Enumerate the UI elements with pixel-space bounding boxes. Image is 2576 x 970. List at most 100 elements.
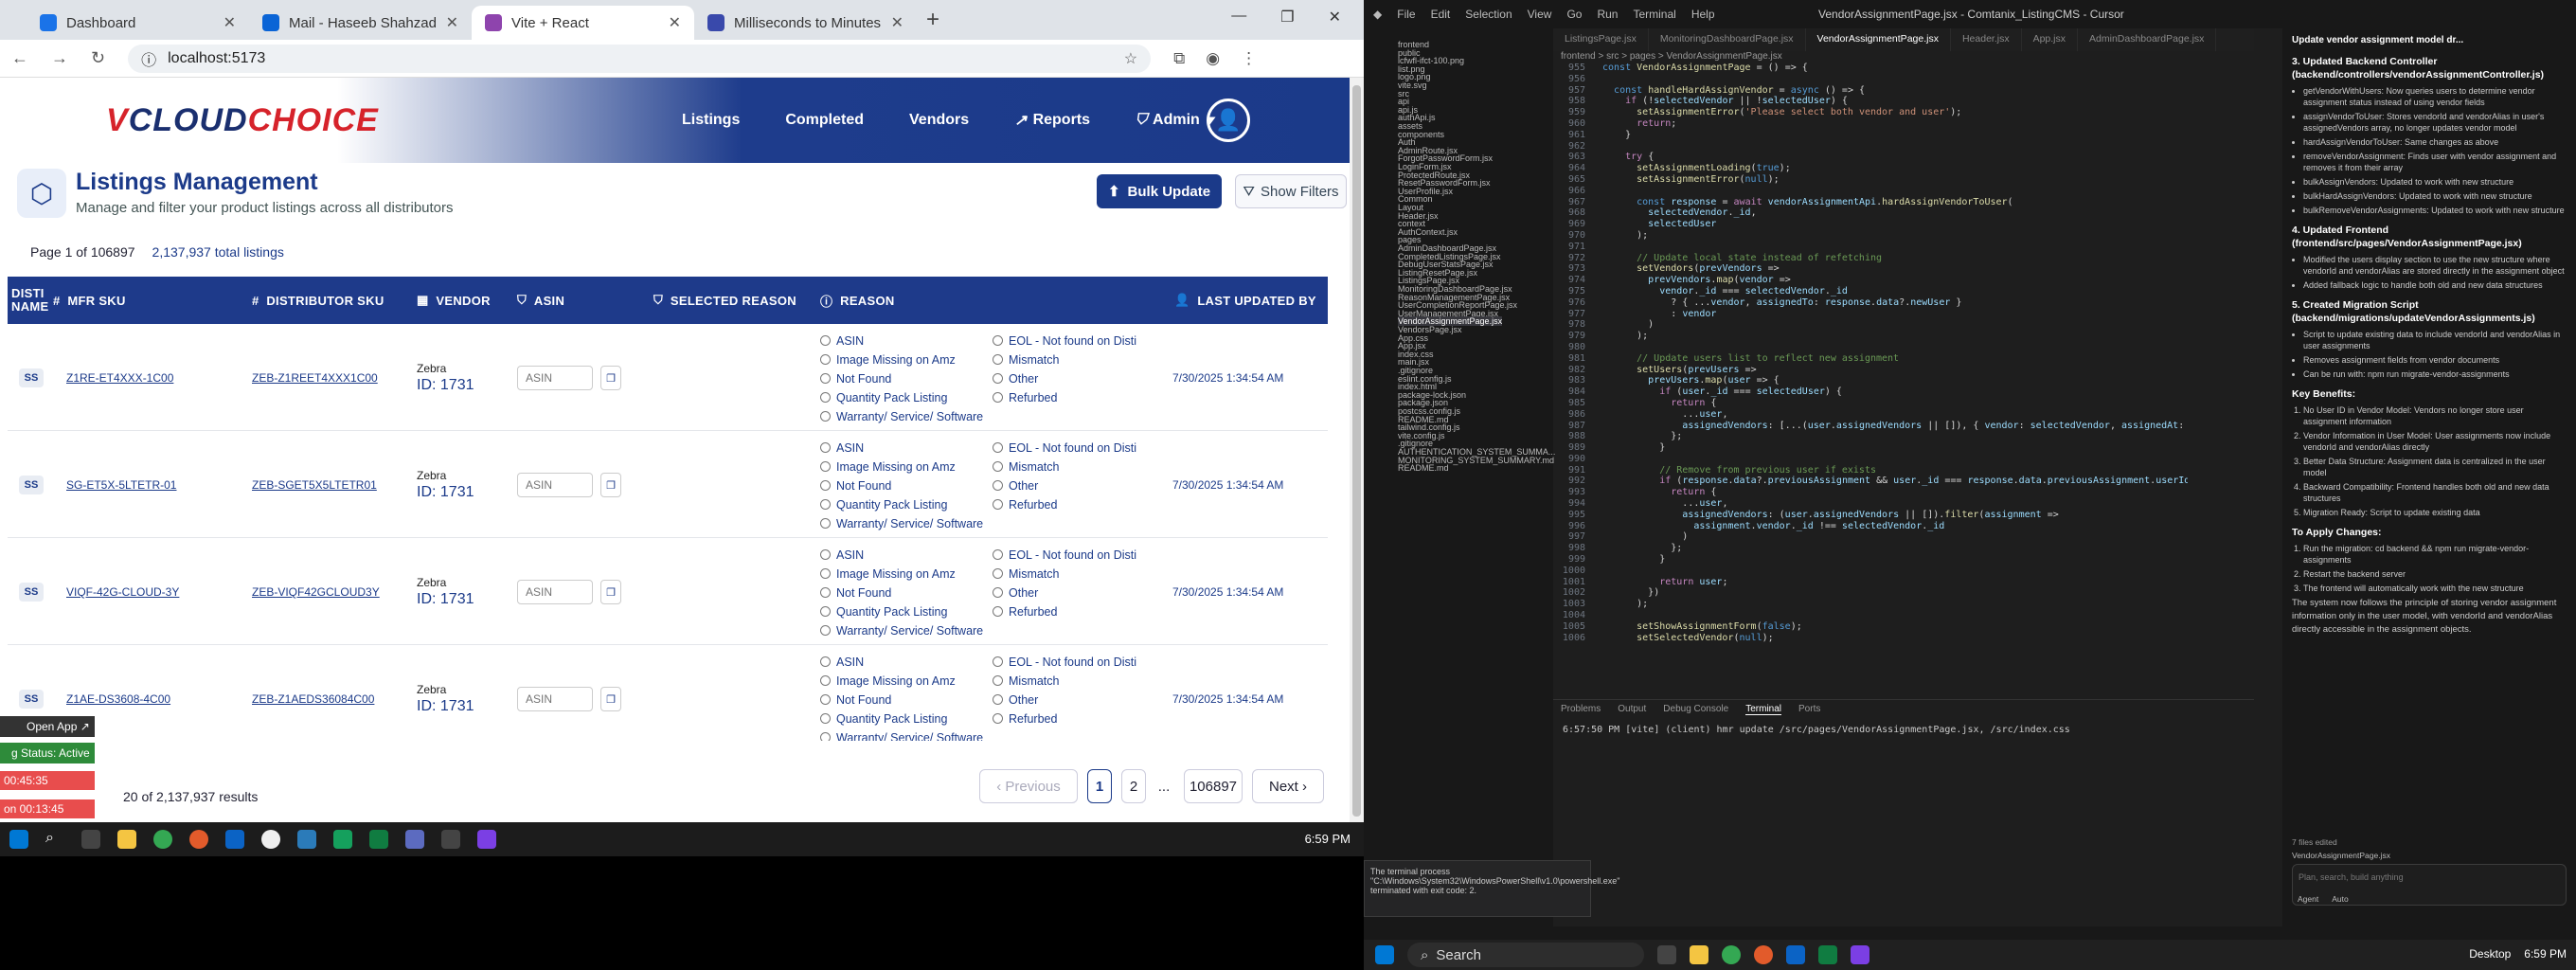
reason-options-right[interactable]: EOL - Not found on Disti Mismatch Other Ref… bbox=[993, 332, 1136, 407]
taskbar-search[interactable]: ⌕ Search bbox=[1407, 943, 1644, 967]
distributor-sku-link[interactable]: ZEB-VIQF42GCLOUD3Y bbox=[252, 585, 380, 599]
github-icon[interactable] bbox=[261, 830, 280, 849]
mfr-sku-link[interactable]: SG-ET5X-5LTETR-01 bbox=[66, 478, 176, 492]
browser-tab-dashboard[interactable]: Dashboard ✕ bbox=[27, 6, 249, 40]
copy-icon[interactable]: ❐ bbox=[600, 580, 621, 604]
panel-tab-problems[interactable]: Problems bbox=[1561, 704, 1601, 715]
app-icon[interactable] bbox=[297, 830, 316, 849]
menu-file[interactable]: File bbox=[1397, 8, 1415, 21]
task-view-icon[interactable] bbox=[1657, 945, 1676, 964]
minimap[interactable] bbox=[2197, 63, 2254, 678]
page-scrollbar[interactable] bbox=[1350, 78, 1364, 822]
editor-tab[interactable]: Header.jsx bbox=[1951, 28, 2022, 51]
reason-options-right[interactable]: EOL - Not found on Disti Mismatch Other Ref… bbox=[993, 653, 1136, 728]
bulk-update-button[interactable]: ⬆ Bulk Update bbox=[1097, 174, 1222, 208]
show-filters-button[interactable]: ⛛ Show Filters bbox=[1235, 174, 1347, 208]
terminal-output[interactable]: 6:57:50 PM [vite] (client) hmr update /s… bbox=[1553, 719, 2254, 741]
editor-tab[interactable]: ListingsPage.jsx bbox=[1553, 28, 1649, 51]
windows-start-icon[interactable] bbox=[1375, 945, 1394, 964]
url-input[interactable]: ⓘ localhost:5173 ☆ bbox=[128, 44, 1152, 73]
terminal-notification[interactable]: The terminal process "C:\Windows\System3… bbox=[1364, 860, 1620, 917]
nav-admin[interactable]: ⛉ Admin ▾ bbox=[1136, 111, 1213, 130]
explorer-item[interactable]: README.md bbox=[1398, 463, 1449, 473]
editor-tab[interactable]: App.jsx bbox=[2022, 28, 2079, 51]
reason-options-left[interactable]: ASIN Image Missing on Amz Not Found Quantit… bbox=[820, 653, 983, 741]
task-view-icon[interactable] bbox=[81, 830, 100, 849]
code-editor[interactable]: 955 const VendorAssignmentPage = () => { … bbox=[1553, 63, 2188, 678]
user-avatar-icon[interactable]: 👤 bbox=[1207, 99, 1250, 142]
excel-icon[interactable] bbox=[369, 830, 388, 849]
profile-icon[interactable]: ◉ bbox=[1206, 49, 1220, 68]
page-1-button[interactable]: 1 bbox=[1087, 769, 1112, 803]
copy-icon[interactable]: ❐ bbox=[600, 473, 621, 497]
reason-options-right[interactable]: EOL - Not found on Disti Mismatch Other Ref… bbox=[993, 546, 1136, 621]
files-edited-summary[interactable]: 7 files edited bbox=[2292, 835, 2337, 849]
vcloudchoice-logo[interactable]: VCLOUDCHOICE bbox=[106, 102, 379, 139]
app-icon[interactable] bbox=[333, 830, 352, 849]
menu-edit[interactable]: Edit bbox=[1431, 8, 1451, 21]
close-icon[interactable]: ✕ bbox=[224, 13, 236, 32]
chrome-icon[interactable] bbox=[1722, 945, 1741, 964]
agent-mode-select[interactable]: Agent bbox=[2298, 892, 2318, 906]
cursor-icon[interactable] bbox=[441, 830, 460, 849]
previous-button[interactable]: ‹ Previous bbox=[979, 769, 1078, 803]
mfr-sku-link[interactable]: VIQF-42G-CLOUD-3Y bbox=[66, 585, 179, 599]
browser-tab-vite[interactable]: Vite + React ✕ bbox=[472, 6, 694, 40]
edited-file-item[interactable]: VendorAssignmentPage.jsx bbox=[2292, 849, 2390, 862]
asin-input[interactable] bbox=[517, 580, 593, 604]
back-icon[interactable]: ← bbox=[11, 48, 28, 68]
reason-options-left[interactable]: ASIN Image Missing on Amz Not Found Quantit… bbox=[820, 439, 983, 533]
panel-tab-debug[interactable]: Debug Console bbox=[1663, 704, 1728, 715]
open-app-button[interactable]: Open App ↗ bbox=[0, 716, 95, 737]
new-tab-button[interactable]: + bbox=[926, 7, 939, 33]
search-icon[interactable]: ⌕ bbox=[45, 830, 64, 849]
excel-icon[interactable] bbox=[1818, 945, 1837, 964]
asin-input[interactable] bbox=[517, 473, 593, 497]
reason-options-left[interactable]: ASIN Image Missing on Amz Not Found Quantit… bbox=[820, 546, 983, 640]
reason-options-left[interactable]: ASIN Image Missing on Amz Not Found Quantit… bbox=[820, 332, 983, 426]
chrome-icon[interactable] bbox=[153, 830, 172, 849]
mfr-sku-link[interactable]: Z1RE-ET4XXX-1C00 bbox=[66, 371, 173, 385]
next-button[interactable]: Next › bbox=[1252, 769, 1324, 803]
menu-view[interactable]: View bbox=[1528, 8, 1552, 21]
close-icon[interactable]: ✕ bbox=[891, 13, 903, 32]
menu-icon[interactable]: ⋮ bbox=[1241, 49, 1257, 68]
editor-tab[interactable]: AdminDashboardPage.jsx bbox=[2078, 28, 2217, 51]
panel-tab-ports[interactable]: Ports bbox=[1798, 704, 1820, 715]
copy-icon[interactable]: ❐ bbox=[600, 687, 621, 711]
extensions-icon[interactable]: ⧉ bbox=[1173, 49, 1185, 68]
panel-tab-output[interactable]: Output bbox=[1618, 704, 1646, 715]
distributor-sku-link[interactable]: ZEB-Z1AEDS36084C00 bbox=[252, 692, 374, 706]
maximize-icon[interactable]: ❐ bbox=[1280, 8, 1294, 27]
file-explorer-icon[interactable] bbox=[117, 830, 136, 849]
editor-tab[interactable]: MonitoringDashboardPage.jsx bbox=[1649, 28, 1806, 51]
last-page-button[interactable]: 106897 bbox=[1184, 769, 1243, 803]
menu-run[interactable]: Run bbox=[1597, 8, 1618, 21]
menu-go[interactable]: Go bbox=[1566, 8, 1582, 21]
firefox-icon[interactable] bbox=[189, 830, 208, 849]
site-info-icon[interactable]: ⓘ bbox=[141, 47, 156, 70]
onenote-icon[interactable] bbox=[1851, 945, 1869, 964]
menu-help[interactable]: Help bbox=[1691, 8, 1715, 21]
reload-icon[interactable]: ↻ bbox=[91, 48, 105, 68]
mfr-sku-link[interactable]: Z1AE-DS3608-4C00 bbox=[66, 692, 170, 706]
reason-options-right[interactable]: EOL - Not found on Disti Mismatch Other Ref… bbox=[993, 439, 1136, 514]
outlook-icon[interactable] bbox=[1786, 945, 1805, 964]
onenote-icon[interactable] bbox=[477, 830, 496, 849]
forward-icon[interactable]: → bbox=[51, 48, 68, 68]
nav-reports[interactable]: ↗ Reports bbox=[1014, 111, 1090, 130]
menu-selection[interactable]: Selection bbox=[1465, 8, 1512, 21]
browser-tab-converter[interactable]: Milliseconds to Minutes | Conv✕ bbox=[694, 6, 917, 40]
distributor-sku-link[interactable]: ZEB-SGET5X5LTETR01 bbox=[252, 478, 377, 492]
copy-icon[interactable]: ❐ bbox=[600, 366, 621, 390]
bookmark-star-icon[interactable]: ☆ bbox=[1124, 49, 1137, 68]
editor-tab-active[interactable]: VendorAssignmentPage.jsx bbox=[1805, 28, 1951, 51]
menu-terminal[interactable]: Terminal bbox=[1633, 8, 1675, 21]
windows-start-icon[interactable] bbox=[9, 830, 28, 849]
asin-input[interactable] bbox=[517, 366, 593, 390]
close-icon[interactable]: ✕ bbox=[446, 13, 458, 32]
file-explorer-icon[interactable] bbox=[1690, 945, 1708, 964]
page-2-button[interactable]: 2 bbox=[1121, 769, 1146, 803]
nav-listings[interactable]: Listings bbox=[682, 112, 740, 129]
nav-vendors[interactable]: Vendors bbox=[909, 112, 969, 129]
